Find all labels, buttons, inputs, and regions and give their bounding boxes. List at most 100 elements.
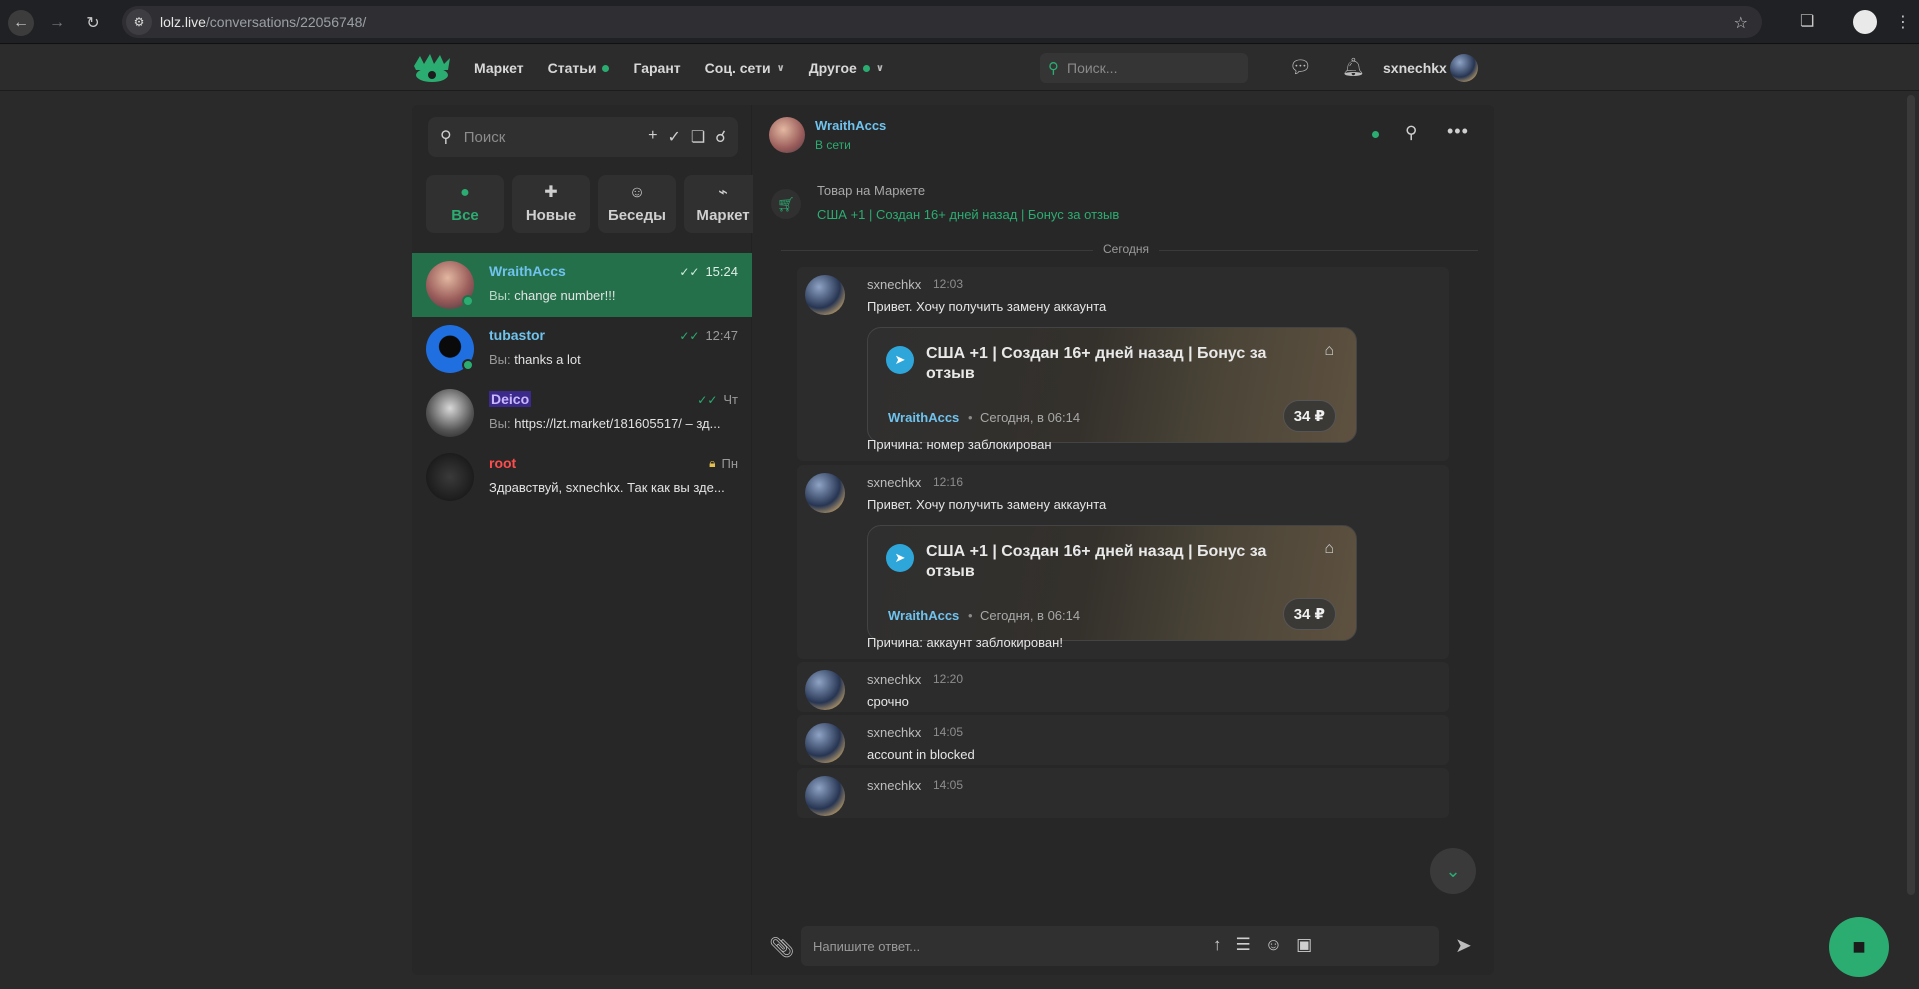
message-author[interactable]: sxnechkx	[867, 672, 921, 687]
chat-panel: WraithAccs В сети ⚲ ••• 🛒︎ Товар на Марк…	[753, 105, 1494, 975]
conversation-meta: ✓✓ Чт	[697, 392, 738, 407]
menu-item-2[interactable]: Гарант	[633, 60, 680, 76]
card-seller[interactable]: WraithAccs	[888, 410, 959, 425]
preview-text: thanks a lot	[514, 352, 581, 367]
message[interactable]: sxnechkx 14:05 account in blocked	[797, 715, 1449, 765]
avatar[interactable]	[805, 776, 845, 816]
conversation-name: root	[489, 455, 517, 471]
message-time: 14:05	[933, 778, 964, 792]
chats-icon: ●	[460, 183, 470, 201]
conversation-preview: Вы: change number!!!	[489, 288, 739, 303]
image-icon[interactable]: ▣	[1296, 935, 1312, 955]
message[interactable]: sxnechkx 14:05	[797, 768, 1449, 818]
message-author[interactable]: sxnechkx	[867, 475, 921, 490]
header-username[interactable]: sxnechkx	[1383, 60, 1447, 76]
message-time: 12:16	[933, 475, 964, 489]
message-list[interactable]: sxnechkx 12:03 Привет. Хочу получить замен…	[753, 267, 1494, 897]
preview-text: https://lzt.market/181605517/ – зд...	[514, 416, 721, 431]
market-item-title: Товар на Маркете	[817, 183, 926, 198]
filter-2[interactable]: ☺ Беседы	[598, 175, 676, 233]
online-indicator	[1372, 131, 1379, 138]
market-item-card[interactable]: ➤ США +1 | Создан 16+ дней назад | Бонус …	[867, 327, 1357, 443]
chat-search-icon[interactable]: ⚲	[1405, 123, 1417, 143]
conversation-list: WraithAccs ✓✓ 15:24 Вы: change number!!! tub…	[412, 253, 752, 509]
message-text: срочно	[867, 694, 909, 709]
menu-item-label: Статьи	[547, 60, 597, 76]
reload-icon[interactable]: ↻	[80, 10, 106, 36]
chat-bubble-icon: ■	[1852, 934, 1866, 959]
telegram-icon: ➤	[886, 544, 914, 572]
send-icon[interactable]: ➤	[1455, 933, 1472, 958]
shopping-bag-icon[interactable]: ⌂	[1324, 342, 1334, 360]
upload-arrow-icon[interactable]: ↑	[1213, 935, 1222, 955]
attach-paperclip-icon[interactable]: 📎︎	[769, 935, 794, 960]
conversation-name: tubastor	[489, 327, 545, 343]
browser-profile-avatar[interactable]	[1853, 10, 1877, 34]
address-bar[interactable]: ⚙ lolz.live/conversations/22056748/ ☆	[122, 6, 1762, 38]
menu-item-1[interactable]: Статьи	[548, 60, 610, 76]
message[interactable]: sxnechkx 12:20 срочно	[797, 662, 1449, 712]
message[interactable]: sxnechkx 12:03 Привет. Хочу получить замен…	[797, 267, 1449, 461]
header-avatar[interactable]	[1450, 54, 1478, 82]
avatar[interactable]	[805, 723, 845, 763]
market-item-card[interactable]: ➤ США +1 | Создан 16+ дней назад | Бонус …	[867, 525, 1357, 641]
card-seller[interactable]: WraithAccs	[888, 608, 959, 623]
extensions-icon[interactable]: ❏	[1800, 11, 1814, 31]
separator-dot: •	[968, 410, 973, 425]
avatar[interactable]	[805, 670, 845, 710]
mark-read-icon[interactable]: ✓	[668, 127, 681, 147]
emoji-icon[interactable]: ☺	[1265, 935, 1282, 955]
menu-item-label: Соц. сети	[704, 60, 771, 76]
new-conversation-icon[interactable]: +	[648, 127, 657, 147]
bookmark-star-icon[interactable]: ☆	[1734, 13, 1748, 33]
message-text: account in blocked	[867, 747, 975, 762]
message[interactable]: sxnechkx 12:16 Привет. Хочу получить замен…	[797, 465, 1449, 659]
message-author[interactable]: sxnechkx	[867, 778, 921, 793]
conversation-item[interactable]: Deico ✓✓ Чт Вы: https://lzt.market/18160551…	[412, 381, 752, 445]
conversation-item[interactable]: root 🔒︎ Пн Здравствуй, sxnechkx. Так как вы…	[412, 445, 752, 509]
notifications-bell-icon[interactable]: 🔔︎	[1342, 57, 1365, 78]
shopping-bag-icon[interactable]: ⌂	[1324, 540, 1334, 558]
conversation-item[interactable]: WraithAccs ✓✓ 15:24 Вы: change number!!!	[412, 253, 752, 317]
forward-icon[interactable]: →	[44, 10, 70, 36]
chat-fab-button[interactable]: ■	[1829, 917, 1889, 977]
conversations-icon[interactable]: 💬︎	[1289, 57, 1312, 78]
site-settings-icon[interactable]: ⚙	[126, 9, 152, 35]
bookmark-icon[interactable]: ❏	[691, 127, 705, 147]
chat-partner-name[interactable]: WraithAccs	[815, 118, 886, 133]
list-format-icon[interactable]: ☰	[1236, 935, 1251, 955]
reply-input[interactable]	[801, 926, 1439, 966]
page-scrollbar[interactable]	[1903, 91, 1919, 989]
avatar[interactable]	[805, 275, 845, 315]
menu-item-4[interactable]: Другое ∨	[809, 60, 884, 76]
scroll-to-bottom-button[interactable]: ⌄	[1430, 848, 1476, 894]
lock-icon: 🔒︎	[709, 456, 716, 470]
chat-partner-avatar[interactable]	[769, 117, 805, 153]
conversation-search[interactable]: ⚲ Поиск + ✓ ❏ ☌	[428, 117, 738, 157]
back-icon[interactable]: ←	[8, 10, 34, 36]
filter-0[interactable]: ● Все	[426, 175, 504, 233]
message-author[interactable]: sxnechkx	[867, 725, 921, 740]
avatar	[426, 389, 474, 437]
message-author[interactable]: sxnechkx	[867, 277, 921, 292]
menu-item-0[interactable]: Маркет	[474, 60, 524, 76]
read-check-icon: ✓✓	[679, 328, 700, 343]
conversation-item[interactable]: tubastor ✓✓ 12:47 Вы: thanks a lot	[412, 317, 752, 381]
filter-1[interactable]: ✚ Новые	[512, 175, 590, 233]
message-time: 12:20	[933, 672, 964, 686]
online-indicator	[462, 359, 474, 371]
menu-item-3[interactable]: Соц. сети ∨	[705, 60, 785, 76]
browser-menu-icon[interactable]: ⋮	[1895, 12, 1911, 32]
filter-3[interactable]: ⌁ Маркет	[684, 175, 762, 233]
card-title[interactable]: США +1 | Создан 16+ дней назад | Бонус з…	[926, 344, 1286, 384]
support-headset-icon[interactable]: ☌	[715, 127, 726, 147]
header-search[interactable]: ⚲ Поиск...	[1040, 53, 1248, 83]
avatar[interactable]	[805, 473, 845, 513]
browser-toolbar: ← → ↻ ⚙ lolz.live/conversations/22056748…	[0, 0, 1919, 44]
conversation-name: Deico	[489, 391, 532, 407]
more-options-icon[interactable]: •••	[1447, 121, 1469, 142]
card-title[interactable]: США +1 | Создан 16+ дней назад | Бонус з…	[926, 542, 1286, 582]
market-item-link[interactable]: США +1 | Создан 16+ дней назад | Бонус з…	[817, 207, 1119, 222]
menu-item-label: Гарант	[633, 60, 681, 76]
site-logo-icon[interactable]	[412, 52, 452, 84]
